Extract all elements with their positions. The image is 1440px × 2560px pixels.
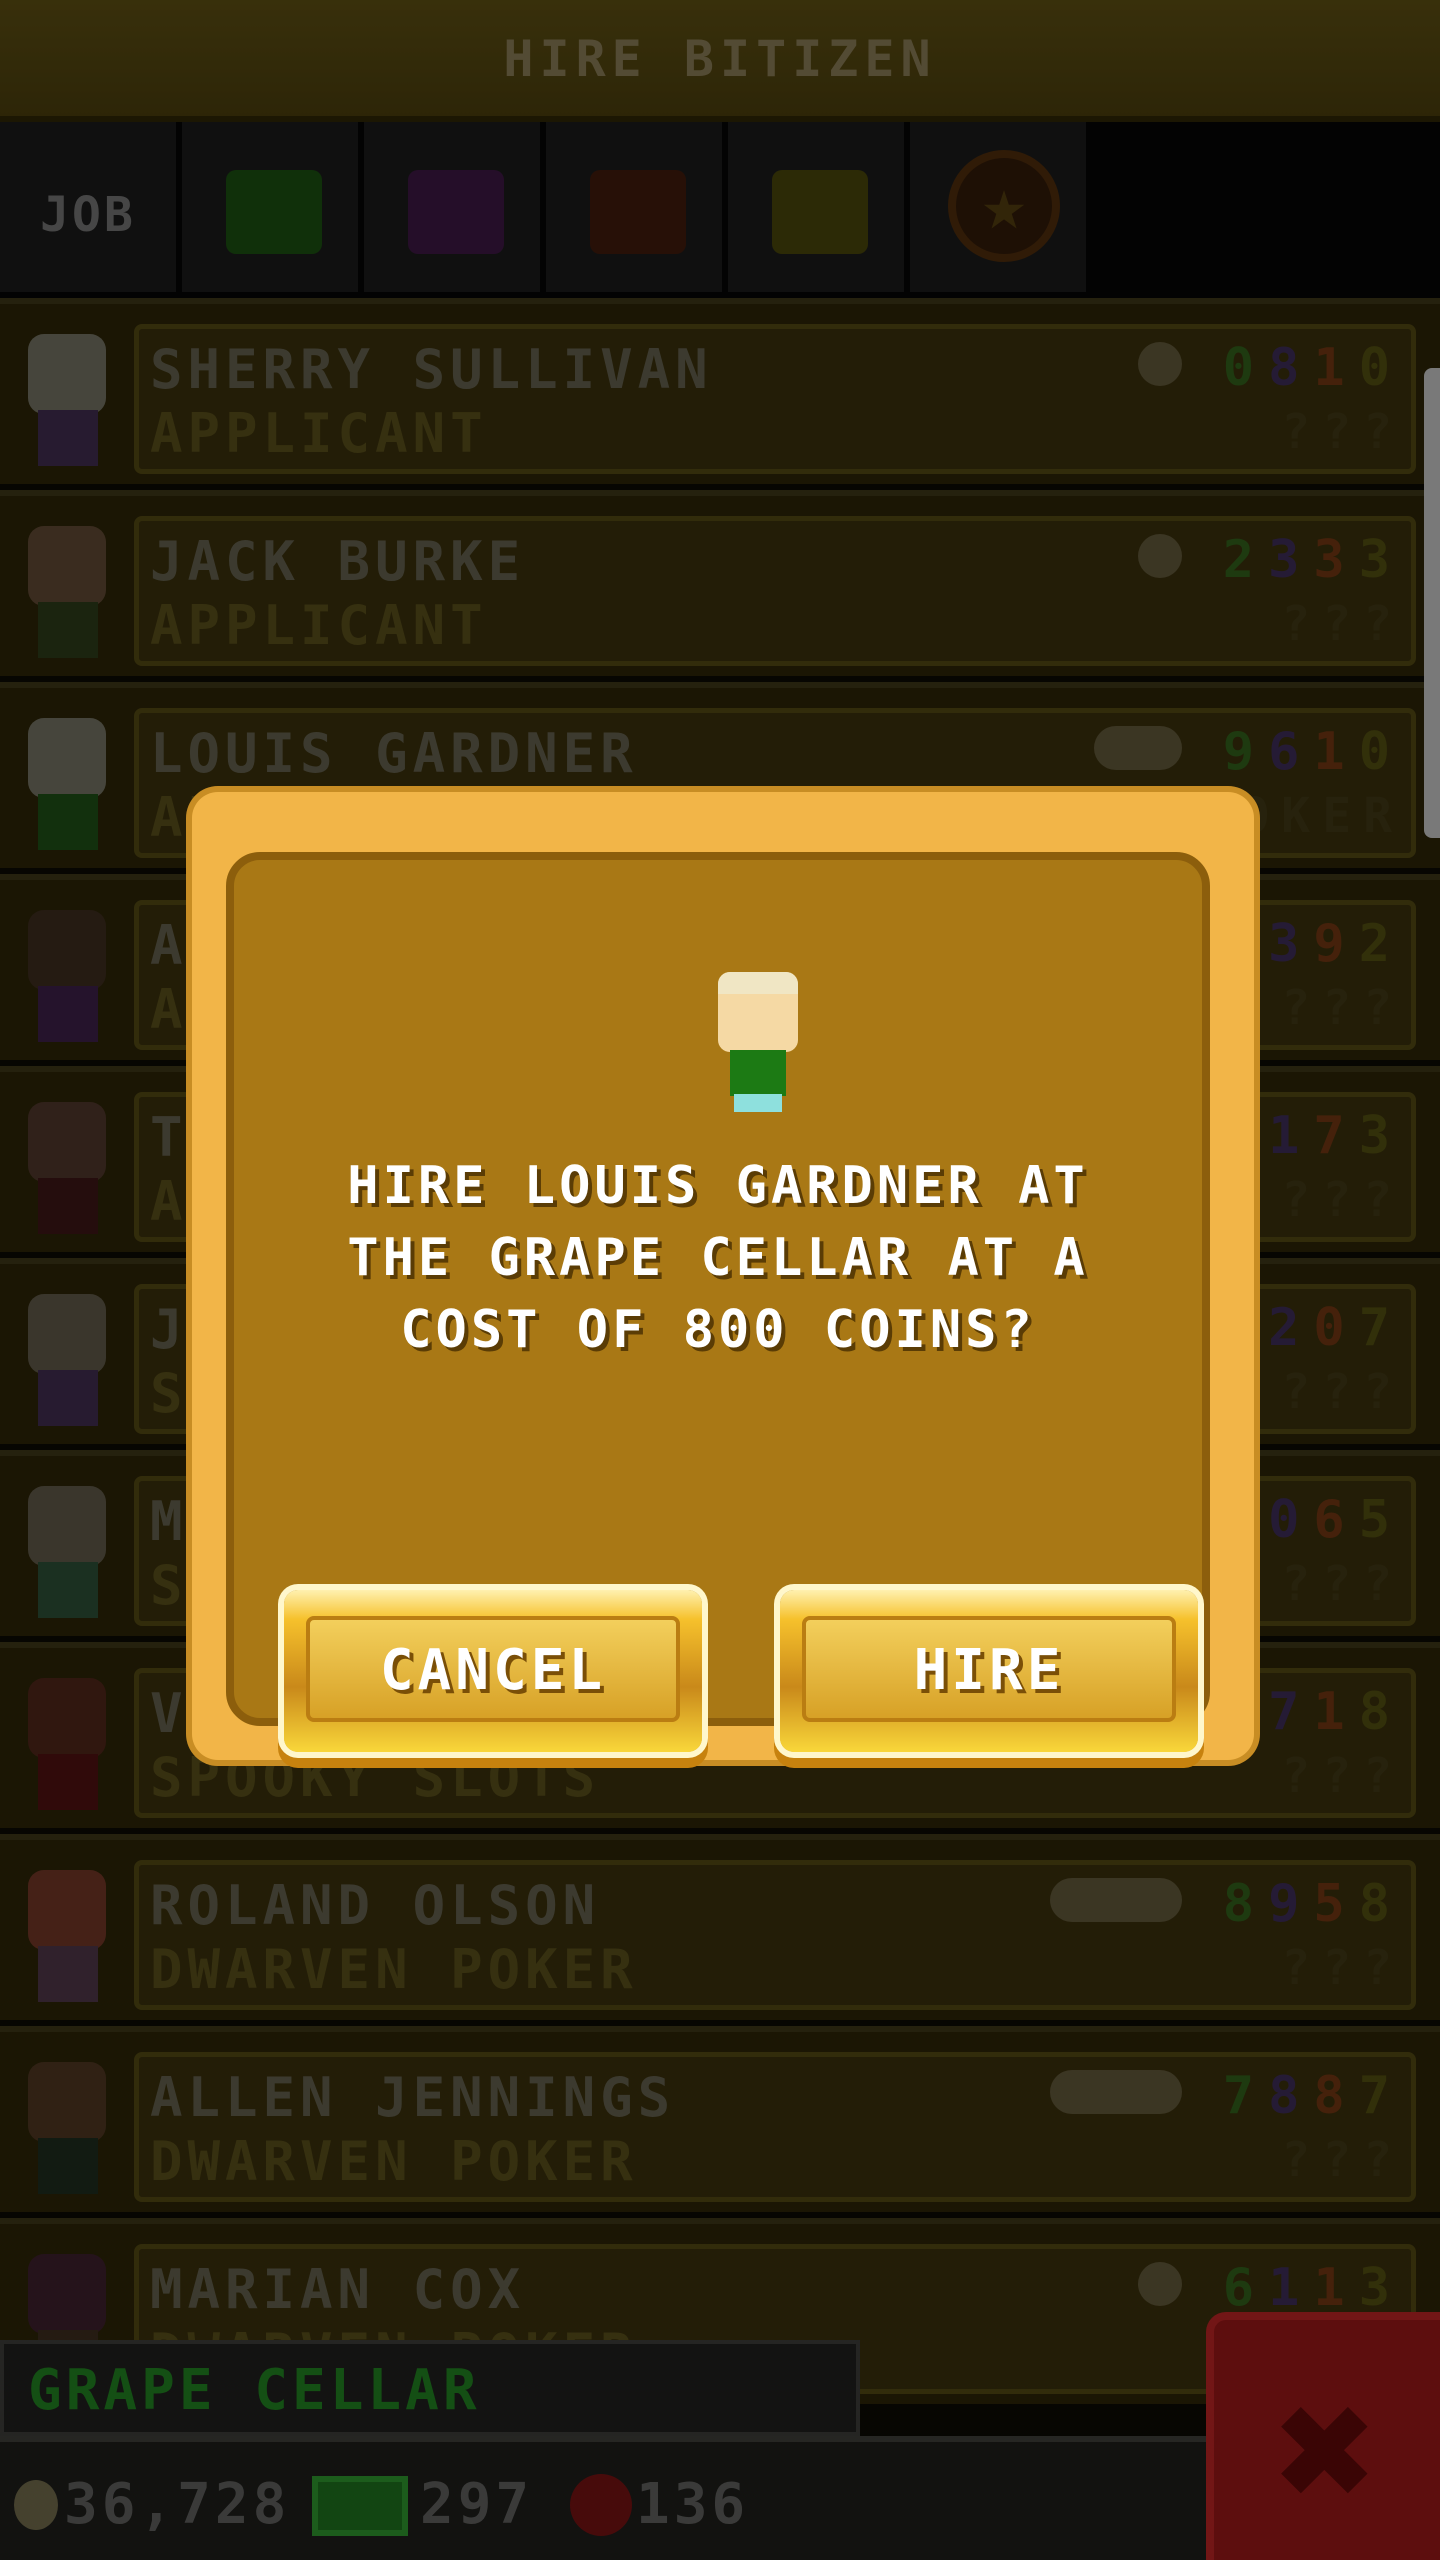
hire-confirm-dialog: HIRE LOUIS GARDNER AT THE GRAPE CELLAR A… bbox=[192, 792, 1254, 1760]
cancel-button-label: CANCEL bbox=[379, 1638, 607, 1703]
bitizen-avatar-icon bbox=[710, 972, 806, 1112]
dialog-message: HIRE LOUIS GARDNER AT THE GRAPE CELLAR A… bbox=[347, 1156, 1089, 1360]
cancel-button[interactable]: CANCEL bbox=[284, 1590, 702, 1752]
avatar-body bbox=[730, 1050, 786, 1096]
dialog-panel: HIRE LOUIS GARDNER AT THE GRAPE CELLAR A… bbox=[226, 852, 1210, 1752]
hire-button-label: HIRE bbox=[913, 1638, 1065, 1703]
avatar-hair bbox=[718, 972, 798, 994]
hire-button[interactable]: HIRE bbox=[780, 1590, 1198, 1752]
avatar-legs bbox=[734, 1094, 782, 1112]
